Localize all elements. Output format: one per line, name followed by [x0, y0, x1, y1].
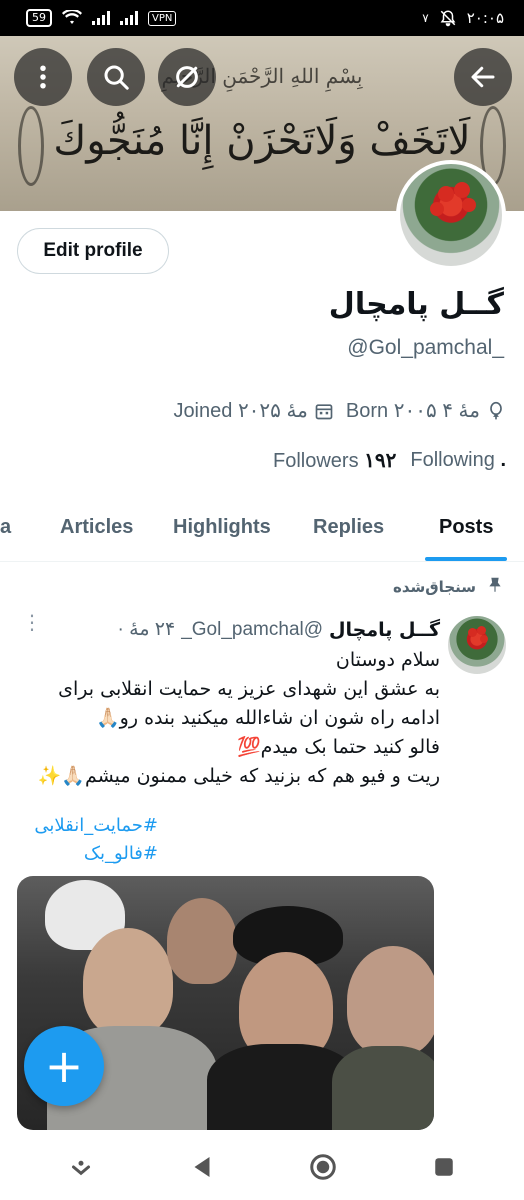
tweet-author-name[interactable]: گــل پامچال [329, 619, 440, 641]
tab-replies[interactable]: Replies [313, 516, 384, 539]
tweet-line: به عشق این شهدای عزیز یه حمایت انقلابی ب… [58, 678, 440, 700]
more-vertical-icon [40, 65, 46, 89]
signal-icon [92, 11, 110, 25]
balloon-icon [490, 401, 502, 419]
face-left [83, 928, 173, 1036]
profile-meta: Joined مهٔ ۲۰۲۵ Born مهٔ ۴ ۲۰۰۵ [173, 398, 506, 423]
mute-bell-icon [440, 10, 456, 27]
system-nav-bar [0, 1134, 524, 1200]
face-right [347, 946, 434, 1056]
nav-back-icon[interactable] [187, 1152, 217, 1182]
status-bar: 59 VPN ۷ ۲۰:۰۵ [0, 0, 524, 36]
joined-text: Joined مهٔ ۲۰۲۵ [173, 400, 308, 422]
followers-link[interactable]: Followers ۱۹۲ [273, 448, 396, 473]
tab-highlights[interactable]: Highlights [173, 516, 271, 539]
profile-avatar[interactable] [396, 160, 506, 270]
notification-indicator: ۷ [422, 11, 429, 25]
active-tab-indicator [425, 557, 507, 561]
tweet-line: ریت و فیو هم که بزنید که خیلی ممنون میشم… [37, 765, 440, 787]
tweet-author-avatar[interactable] [448, 616, 506, 674]
tweet-header: گــل پامچال @Gol_pamchal_ ۲۴ مهٔ · [118, 618, 440, 641]
status-right: ۷ ۲۰:۰۵ [422, 9, 504, 27]
follow-stats: Followers ۱۹۲ Following . [273, 448, 506, 473]
grok-button[interactable] [158, 48, 216, 106]
tweet-text: سلام دوستان به عشق این شهدای عزیز یه حما… [20, 646, 440, 791]
compose-fab[interactable]: + [24, 1026, 104, 1106]
hashtag-link[interactable]: #حمایت_انقلابی [18, 812, 158, 840]
pinned-label: سنجاق‌شده [393, 578, 476, 596]
nav-home-icon[interactable] [308, 1152, 338, 1182]
battery-indicator: 59 [26, 9, 52, 27]
following-link[interactable]: Following . [410, 449, 506, 472]
tab-articles[interactable]: Articles [60, 516, 133, 539]
tweet-line: سلام دوستان [335, 649, 440, 671]
joined-info: Joined مهٔ ۲۰۲۵ [173, 398, 333, 423]
face-back [167, 898, 237, 984]
wifi-icon [62, 10, 82, 24]
tweet-author-handle[interactable]: @Gol_pamchal_ [181, 619, 323, 641]
tweet-line: ادامه راه شون ان شاءالله میکنید بنده رو🙏… [96, 707, 440, 729]
status-time: ۲۰:۰۵ [466, 9, 504, 27]
hashtag-link[interactable]: #فالو_بک [18, 840, 158, 868]
more-button[interactable] [14, 48, 72, 106]
pinned-indicator: سنجاق‌شده [393, 576, 504, 598]
nav-recents-icon[interactable] [429, 1152, 459, 1182]
tweet-line: فالو کنید حتما بک میدم💯 [237, 736, 440, 758]
banner-basmala: بِسْمِ اللهِ الرَّحْمَنِ الرَّحِيمِ [161, 64, 363, 88]
followers-label: Followers [273, 450, 359, 472]
tweet-hashtags: #حمایت_انقلابی #فالو_بک [18, 812, 158, 868]
arrow-left-icon [471, 66, 495, 88]
born-info: Born مهٔ ۴ ۲۰۰۵ [346, 398, 506, 423]
followers-count: ۱۹۲ [364, 450, 397, 472]
signal-icon-2 [120, 11, 138, 25]
grok-icon [176, 66, 198, 88]
search-icon [104, 65, 129, 90]
following-count: . [500, 449, 506, 471]
nav-menu-icon[interactable] [66, 1152, 96, 1182]
robe-right [332, 1046, 434, 1130]
pin-icon [486, 576, 504, 598]
calendar-icon [315, 403, 333, 419]
profile-name: گــل پامچال [328, 287, 504, 322]
status-left: 59 VPN [26, 9, 177, 27]
vpn-badge: VPN [148, 10, 177, 26]
back-button[interactable] [454, 48, 512, 106]
tab-media[interactable]: a [0, 516, 11, 539]
following-label: Following [410, 449, 495, 471]
tweet-more-icon[interactable]: ⋮ [22, 612, 42, 632]
banner-calligraphy: لَاتَخَفْ وَلَاتَحْزَنْ إِنَّا مُنَجُّوك… [53, 118, 471, 164]
edit-profile-button[interactable]: Edit profile [17, 228, 169, 274]
tab-posts[interactable]: Posts [439, 516, 493, 539]
profile-tabs: a Articles Highlights Replies Posts [0, 500, 524, 562]
search-button[interactable] [87, 48, 145, 106]
tweet-time[interactable]: ۲۴ مهٔ · [118, 618, 176, 641]
born-text: Born مهٔ ۴ ۲۰۰۵ [345, 400, 480, 422]
profile-handle: @Gol_pamchal_ [347, 336, 504, 359]
